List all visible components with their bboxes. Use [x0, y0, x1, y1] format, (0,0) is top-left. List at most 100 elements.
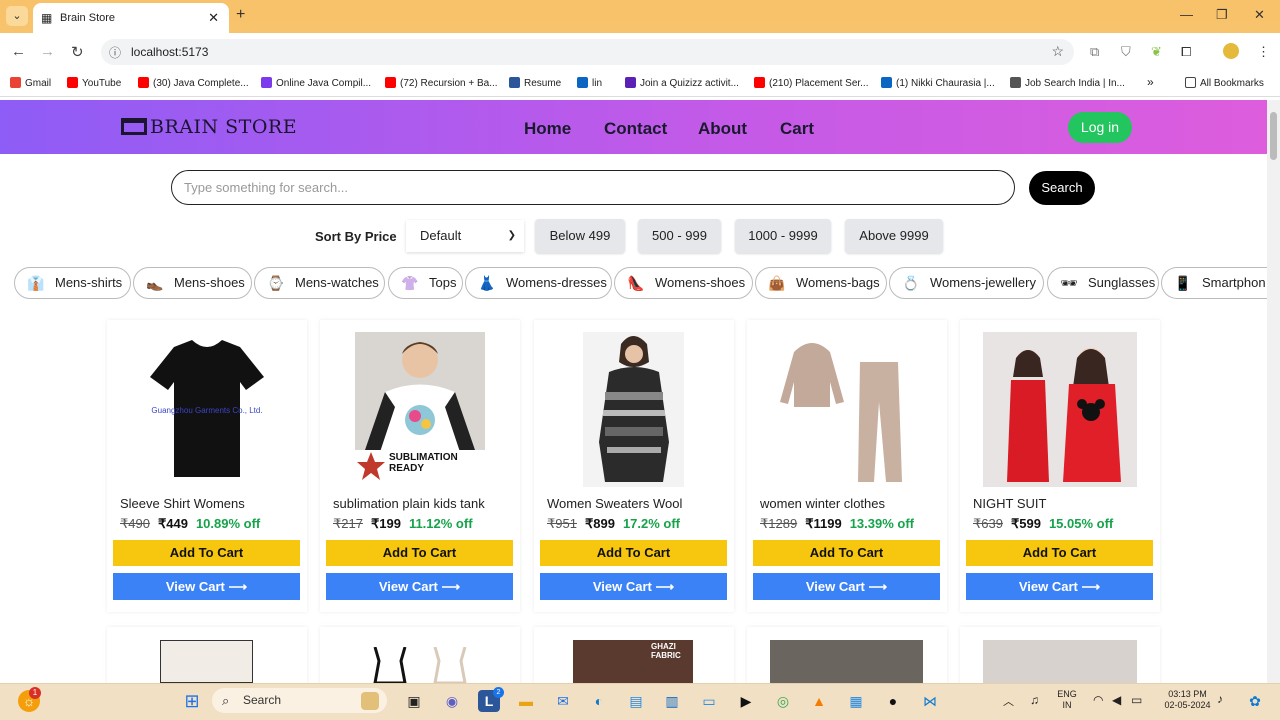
- view-cart-button[interactable]: View Cart ⟶: [966, 573, 1153, 600]
- category-womens-shoes[interactable]: 👠 Womens-shoes: [614, 267, 753, 299]
- product-image[interactable]: [365, 646, 475, 685]
- bookmark-item[interactable]: (30) Java Complete...: [138, 77, 249, 89]
- monitor-icon[interactable]: ▭: [698, 690, 720, 712]
- site-info-icon[interactable]: ⓘ: [109, 44, 121, 61]
- bookmark-item[interactable]: YouTube: [67, 77, 121, 89]
- view-cart-button[interactable]: View Cart ⟶: [540, 573, 727, 600]
- language-indicator[interactable]: ENG IN: [1054, 689, 1080, 711]
- file-explorer-icon[interactable]: ▬: [515, 690, 537, 712]
- bookmark-item[interactable]: Online Java Compil...: [261, 77, 371, 89]
- windows-start-icon[interactable]: ⊞: [181, 690, 203, 712]
- bookmark-item[interactable]: (210) Placement Ser...: [754, 77, 869, 89]
- category-mens-shoes[interactable]: 👞 Mens-shoes: [133, 267, 252, 299]
- bookmark-item[interactable]: Gmail: [10, 77, 51, 89]
- browser-tab[interactable]: ▦ Brain Store ✕: [33, 3, 229, 33]
- volume-icon[interactable]: ◀: [1112, 693, 1121, 707]
- new-tab-icon[interactable]: +: [236, 6, 245, 24]
- view-cart-button[interactable]: View Cart ⟶: [753, 573, 940, 600]
- product-image[interactable]: [583, 332, 684, 487]
- close-tab-icon[interactable]: ✕: [208, 10, 219, 26]
- view-cart-button[interactable]: View Cart ⟶: [326, 573, 513, 600]
- filter-below-499[interactable]: Below 499: [535, 219, 625, 253]
- profile-avatar[interactable]: [1223, 43, 1239, 59]
- page-scrollbar[interactable]: [1267, 100, 1280, 683]
- product-image[interactable]: [983, 640, 1137, 683]
- search-input[interactable]: Type something for search...: [171, 170, 1015, 205]
- category-tops[interactable]: 👚 Tops: [388, 267, 463, 299]
- product-image[interactable]: GHAZI FABRIC: [573, 640, 693, 683]
- extension-icon[interactable]: ⧉: [1090, 44, 1099, 60]
- task-view-icon[interactable]: ▣: [403, 690, 425, 712]
- kebab-menu-icon[interactable]: ⋮: [1257, 44, 1270, 60]
- scrollbar-thumb[interactable]: [1270, 112, 1277, 160]
- vlc-icon[interactable]: ▲: [808, 690, 830, 712]
- brand-logo[interactable]: BRAIN STORE: [121, 116, 297, 138]
- nav-home[interactable]: Home: [524, 119, 571, 139]
- bookmark-item[interactable]: Job Search India | In...: [1010, 77, 1125, 89]
- store-icon[interactable]: ▥: [661, 690, 683, 712]
- address-bar[interactable]: ⓘ localhost:5173 ☆: [101, 39, 1074, 65]
- mail-icon[interactable]: ✉: [552, 690, 574, 712]
- chat-icon[interactable]: ◉: [441, 690, 463, 712]
- product-image[interactable]: [160, 640, 253, 683]
- sort-select[interactable]: Default ❯: [406, 220, 524, 252]
- filter-500-999[interactable]: 500 - 999: [638, 219, 721, 253]
- notification-bell-icon[interactable]: ♪: [1217, 692, 1223, 706]
- bookmark-item[interactable]: Resume: [509, 77, 561, 89]
- photos-icon[interactable]: ▤: [625, 690, 647, 712]
- product-image[interactable]: Guangzhou Garments Co., Ltd.: [134, 332, 280, 487]
- filter-above-9999[interactable]: Above 9999: [845, 219, 943, 253]
- edge-icon[interactable]: ◐: [588, 690, 610, 712]
- shield-icon[interactable]: ⛉: [1121, 44, 1131, 60]
- view-cart-button[interactable]: View Cart ⟶: [113, 573, 300, 600]
- bookmark-item[interactable]: (72) Recursion + Ba...: [385, 77, 498, 89]
- back-icon[interactable]: ←: [11, 43, 26, 60]
- leaf-icon[interactable]: ❦: [1151, 44, 1162, 60]
- copilot-icon[interactable]: ✿: [1244, 690, 1266, 712]
- bookmark-star-icon[interactable]: ☆: [1051, 43, 1064, 60]
- tab-search-icon[interactable]: ⌄: [6, 6, 28, 26]
- puzzle-icon[interactable]: ⧠: [1181, 44, 1191, 60]
- wifi-icon[interactable]: ◠: [1093, 693, 1103, 707]
- product-image[interactable]: [770, 640, 923, 683]
- add-to-cart-button[interactable]: Add To Cart: [540, 540, 727, 566]
- category-womens-dresses[interactable]: 👗 Womens-dresses: [465, 267, 612, 299]
- bookmark-item[interactable]: Join a Quizizz activit...: [625, 77, 739, 89]
- category-mens-watches[interactable]: ⌚ Mens-watches: [254, 267, 385, 299]
- clock[interactable]: 03:13 PM 02-05-2024: [1160, 689, 1215, 711]
- media-player-icon[interactable]: ▶: [735, 690, 757, 712]
- tray-chevron-icon[interactable]: ︿: [1003, 693, 1014, 709]
- add-to-cart-button[interactable]: Add To Cart: [753, 540, 940, 566]
- add-to-cart-button[interactable]: Add To Cart: [113, 540, 300, 566]
- category-smartphones[interactable]: 📱 Smartphon: [1161, 267, 1267, 299]
- more-bookmarks-icon[interactable]: »: [1147, 75, 1154, 89]
- bookmark-item[interactable]: lin: [577, 77, 602, 89]
- vscode-icon[interactable]: ⋈: [919, 690, 941, 712]
- forward-icon[interactable]: →: [40, 43, 55, 60]
- notepad-icon[interactable]: ▦: [845, 690, 867, 712]
- close-window-icon[interactable]: ✕: [1254, 7, 1265, 23]
- nav-about[interactable]: About: [698, 119, 747, 139]
- add-to-cart-button[interactable]: Add To Cart: [966, 540, 1153, 566]
- chrome-icon[interactable]: ◎: [772, 690, 794, 712]
- all-bookmarks[interactable]: All Bookmarks: [1185, 77, 1264, 89]
- mic-icon[interactable]: ♫: [1030, 693, 1039, 707]
- product-image[interactable]: [983, 332, 1137, 487]
- filter-1000-9999[interactable]: 1000 - 9999: [735, 219, 831, 253]
- nav-contact[interactable]: Contact: [604, 119, 667, 139]
- category-sunglasses[interactable]: 🕶 Sunglasses: [1047, 267, 1159, 299]
- restore-icon[interactable]: ❐: [1216, 7, 1228, 23]
- battery-icon[interactable]: ▭: [1131, 693, 1142, 707]
- nav-cart[interactable]: Cart: [780, 119, 814, 139]
- product-image[interactable]: [774, 332, 920, 487]
- category-womens-jewellery[interactable]: 💍 Womens-jewellery: [889, 267, 1044, 299]
- github-icon[interactable]: ●: [882, 690, 904, 712]
- login-button[interactable]: Log in: [1068, 112, 1132, 143]
- category-mens-shirts[interactable]: 👔 Mens-shirts: [14, 267, 131, 299]
- widget-icon[interactable]: [361, 692, 379, 710]
- bookmark-item[interactable]: (1) Nikki Chaurasia |...: [881, 77, 995, 89]
- search-button[interactable]: Search: [1029, 171, 1095, 205]
- reload-icon[interactable]: ↻: [71, 43, 84, 61]
- product-image[interactable]: SUBLIMATION READY: [355, 332, 485, 487]
- minimize-icon[interactable]: —: [1180, 7, 1193, 22]
